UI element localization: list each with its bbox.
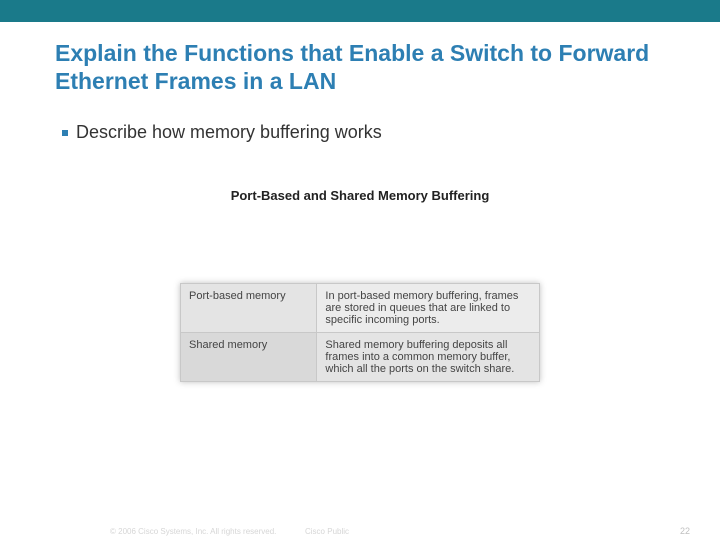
table-row: Shared memory Shared memory buffering de…	[181, 333, 540, 382]
bullet-item: Describe how memory buffering works	[62, 122, 660, 143]
row-label: Port-based memory	[181, 284, 317, 333]
buffer-table: Port-based memory In port-based memory b…	[180, 283, 540, 382]
row-desc: In port-based memory buffering, frames a…	[317, 284, 540, 333]
bullet-text: Describe how memory buffering works	[76, 122, 382, 143]
public-text: Cisco Public	[305, 527, 349, 536]
figure-caption: Port-Based and Shared Memory Buffering	[180, 188, 540, 203]
bullet-square-icon	[62, 130, 68, 136]
copyright-text: © 2006 Cisco Systems, Inc. All rights re…	[110, 527, 276, 536]
page-number: 22	[680, 526, 690, 536]
figure-area: Port-Based and Shared Memory Buffering P…	[180, 188, 540, 382]
row-desc: Shared memory buffering deposits all fra…	[317, 333, 540, 382]
footer: © 2006 Cisco Systems, Inc. All rights re…	[0, 522, 720, 536]
slide-title: Explain the Functions that Enable a Swit…	[55, 40, 665, 95]
table-row: Port-based memory In port-based memory b…	[181, 284, 540, 333]
header-bar	[0, 0, 720, 22]
row-label: Shared memory	[181, 333, 317, 382]
